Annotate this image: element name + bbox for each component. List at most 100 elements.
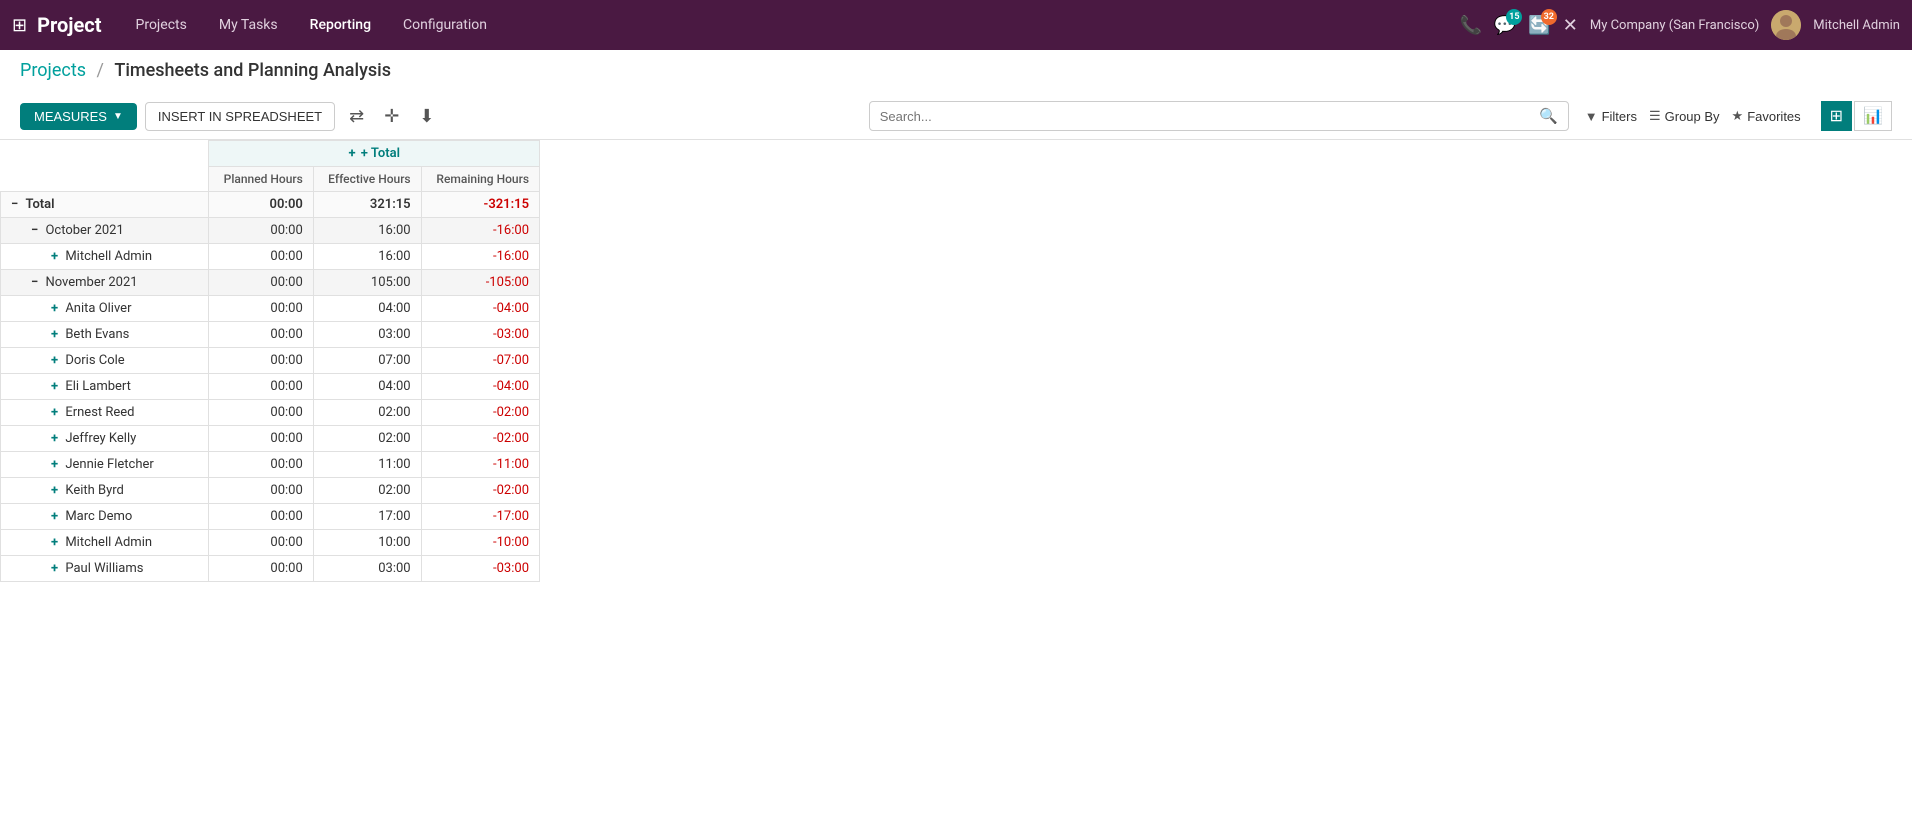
cell-remaining: -16:00	[421, 244, 539, 270]
row-label[interactable]: + Paul Williams	[1, 556, 209, 582]
avatar[interactable]	[1771, 10, 1801, 40]
row-label[interactable]: + Eli Lambert	[1, 374, 209, 400]
measures-button[interactable]: MEASURES ▼	[20, 103, 137, 130]
favorites-icon: ★	[1732, 108, 1744, 124]
search-icon[interactable]: 🔍	[1539, 107, 1558, 125]
cell-effective: 02:00	[313, 426, 421, 452]
nav-configuration[interactable]: Configuration	[389, 11, 501, 39]
download-icon-button[interactable]: ⬇	[413, 102, 440, 131]
expand-icon[interactable]: +	[51, 405, 61, 420]
row-label[interactable]: + Doris Cole	[1, 348, 209, 374]
row-label[interactable]: + Ernest Reed	[1, 400, 209, 426]
row-label[interactable]: + Mitchell Admin	[1, 530, 209, 556]
favorites-button[interactable]: ★ Favorites	[1732, 108, 1801, 124]
col-remaining: Remaining Hours	[421, 167, 539, 192]
expand-icon[interactable]: +	[51, 249, 61, 264]
row-label-text: Jeffrey Kelly	[65, 431, 136, 446]
row-label-text: Paul Williams	[65, 561, 143, 576]
expand-icon[interactable]: +	[51, 561, 61, 576]
cell-remaining: -17:00	[421, 504, 539, 530]
insert-spreadsheet-button[interactable]: INSERT IN SPREADSHEET	[145, 102, 335, 131]
activity-badge: 32	[1541, 9, 1557, 25]
row-label[interactable]: + Mitchell Admin	[1, 244, 209, 270]
group-by-button[interactable]: ☰ Group By	[1649, 108, 1720, 124]
search-input[interactable]	[880, 109, 1539, 124]
cell-planned: 00:00	[209, 192, 313, 218]
nav-my-tasks[interactable]: My Tasks	[205, 11, 292, 39]
phone-icon[interactable]: 📞	[1459, 15, 1481, 36]
expand-icon[interactable]: +	[51, 509, 61, 524]
row-label[interactable]: + Marc Demo	[1, 504, 209, 530]
col-labels-row: Planned Hours Effective Hours Remaining …	[1, 167, 540, 192]
cell-remaining: -02:00	[421, 400, 539, 426]
table-row: + Jeffrey Kelly00:0002:00-02:00	[1, 426, 540, 452]
cell-remaining: -10:00	[421, 530, 539, 556]
expand-icon[interactable]: +	[51, 327, 61, 342]
expand-icon[interactable]: +	[51, 379, 61, 394]
row-label[interactable]: − Total	[1, 192, 209, 218]
cell-remaining: -03:00	[421, 322, 539, 348]
col-planned: Planned Hours	[209, 167, 313, 192]
col-total-header[interactable]: + + Total	[209, 141, 540, 167]
cell-planned: 00:00	[209, 426, 313, 452]
close-icon[interactable]: ✕	[1563, 15, 1578, 36]
expand-icon[interactable]: +	[51, 431, 61, 446]
collapse-icon[interactable]: −	[11, 197, 21, 212]
search-box[interactable]: 🔍	[869, 101, 1569, 131]
row-label[interactable]: + Anita Oliver	[1, 296, 209, 322]
expand-icon[interactable]: +	[51, 457, 61, 472]
cell-planned: 00:00	[209, 556, 313, 582]
cell-effective: 03:00	[313, 556, 421, 582]
cell-planned: 00:00	[209, 400, 313, 426]
filters-button[interactable]: ▼ Filters	[1585, 109, 1637, 124]
swap-icon-button[interactable]: ⇄	[343, 102, 370, 131]
username: Mitchell Admin	[1813, 18, 1900, 33]
nav-projects[interactable]: Projects	[122, 11, 201, 39]
row-label-text: Beth Evans	[65, 327, 129, 342]
table-row: + Marc Demo00:0017:00-17:00	[1, 504, 540, 530]
table-row: + Keith Byrd00:0002:00-02:00	[1, 478, 540, 504]
collapse-icon[interactable]: −	[31, 275, 41, 290]
cell-planned: 00:00	[209, 296, 313, 322]
filters-label: Filters	[1602, 109, 1637, 124]
expand-icon[interactable]: +	[51, 353, 61, 368]
expand-icon[interactable]: +	[51, 301, 61, 316]
cell-remaining: -04:00	[421, 374, 539, 400]
groupby-icon: ☰	[1649, 108, 1661, 124]
table-row: − November 202100:00105:00-105:00	[1, 270, 540, 296]
table-row: + Eli Lambert00:0004:00-04:00	[1, 374, 540, 400]
group-by-label: Group By	[1665, 109, 1720, 124]
breadcrumb-parent[interactable]: Projects	[20, 60, 86, 81]
row-label[interactable]: − November 2021	[1, 270, 209, 296]
cell-planned: 00:00	[209, 530, 313, 556]
chat-icon[interactable]: 💬 15	[1494, 15, 1516, 36]
row-label[interactable]: + Keith Byrd	[1, 478, 209, 504]
chart-view-button[interactable]: 📊	[1854, 101, 1892, 131]
expand-icon[interactable]: +	[51, 483, 61, 498]
pivot-view-button[interactable]: ⊞	[1821, 101, 1852, 131]
row-label[interactable]: + Jennie Fletcher	[1, 452, 209, 478]
row-label[interactable]: − October 2021	[1, 218, 209, 244]
table-row: + Ernest Reed00:0002:00-02:00	[1, 400, 540, 426]
cell-planned: 00:00	[209, 478, 313, 504]
row-label-text: Eli Lambert	[65, 379, 131, 394]
row-label[interactable]: + Beth Evans	[1, 322, 209, 348]
row-label-text: October 2021	[45, 223, 123, 238]
expand-icon[interactable]: +	[51, 535, 61, 550]
row-label-text: Mitchell Admin	[65, 535, 152, 550]
row-label[interactable]: + Jeffrey Kelly	[1, 426, 209, 452]
nav-reporting[interactable]: Reporting	[296, 11, 385, 39]
cell-effective: 105:00	[313, 270, 421, 296]
cell-planned: 00:00	[209, 374, 313, 400]
collapse-icon[interactable]: −	[31, 223, 41, 238]
grid-icon[interactable]: ⊞	[12, 15, 27, 36]
cell-effective: 321:15	[313, 192, 421, 218]
cell-effective: 10:00	[313, 530, 421, 556]
activity-icon[interactable]: 🔄 32	[1528, 15, 1550, 36]
cell-effective: 02:00	[313, 400, 421, 426]
pivot-table-wrap[interactable]: + + Total Planned Hours Effective Hours …	[0, 140, 1912, 582]
add-icon-button[interactable]: ✛	[378, 102, 405, 131]
breadcrumb-current: Timesheets and Planning Analysis	[114, 60, 391, 81]
table-row: + Beth Evans00:0003:00-03:00	[1, 322, 540, 348]
view-toggle: ⊞ 📊	[1821, 101, 1892, 131]
